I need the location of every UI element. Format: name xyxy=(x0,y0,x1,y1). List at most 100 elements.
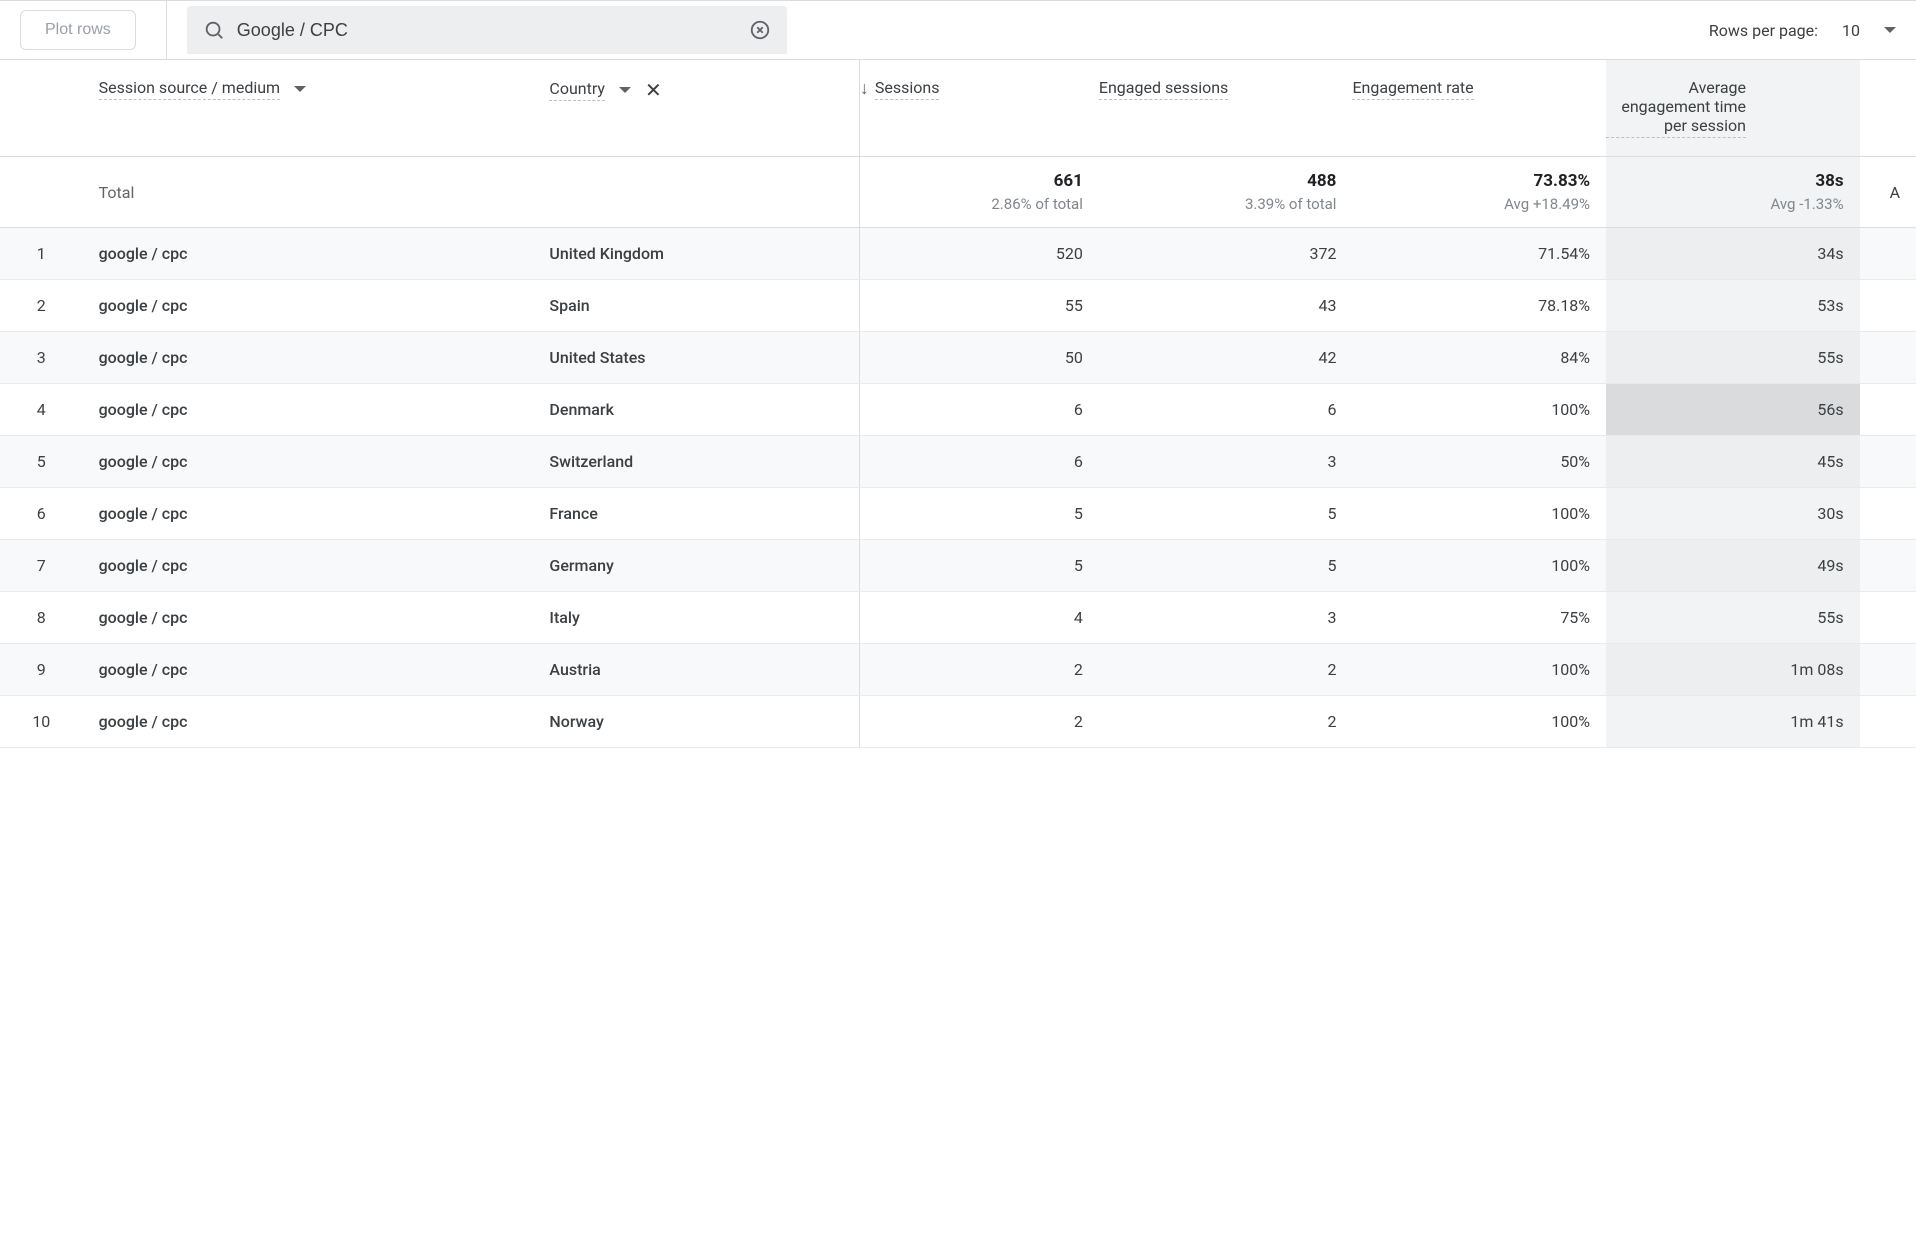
totals-label: Total xyxy=(99,157,860,228)
row-index: 9 xyxy=(0,644,99,696)
cell-country[interactable]: United States xyxy=(549,332,859,384)
cell-engaged-sessions: 5 xyxy=(1099,540,1353,592)
metric-header-avg-engagement-time[interactable]: Average engagement time per session xyxy=(1606,60,1860,157)
cell-source-medium[interactable]: google / cpc xyxy=(99,280,550,332)
rows-per-page-select[interactable]: 10 xyxy=(1842,21,1896,40)
cell-source-medium[interactable]: google / cpc xyxy=(99,384,550,436)
cell-source-medium[interactable]: google / cpc xyxy=(99,696,550,748)
table-row[interactable]: 4google / cpcDenmark66100%56s xyxy=(0,384,1916,436)
table-row[interactable]: 2google / cpcSpain554378.18%53s xyxy=(0,280,1916,332)
search-field[interactable] xyxy=(187,6,787,54)
cell-engagement-rate: 50% xyxy=(1352,436,1606,488)
table-toolbar: Plot rows Rows per page: 10 xyxy=(0,0,1916,60)
row-index: 10 xyxy=(0,696,99,748)
cell-avg-engagement-time: 34s xyxy=(1606,228,1860,280)
cell-engaged-sessions: 3 xyxy=(1099,592,1353,644)
metric-header-engaged-sessions[interactable]: Engaged sessions xyxy=(1099,60,1353,157)
cell-country[interactable]: Italy xyxy=(549,592,859,644)
cell-engagement-rate: 100% xyxy=(1352,488,1606,540)
table-row[interactable]: 8google / cpcItaly4375%55s xyxy=(0,592,1916,644)
cell-engagement-rate: 71.54% xyxy=(1352,228,1606,280)
rows-per-page: Rows per page: 10 xyxy=(1709,21,1896,40)
clear-search-icon[interactable] xyxy=(749,19,771,41)
search-icon xyxy=(203,19,225,41)
cell-sessions: 6 xyxy=(859,436,1099,488)
cell-avg-engagement-time: 30s xyxy=(1606,488,1860,540)
cell-avg-engagement-time: 55s xyxy=(1606,592,1860,644)
total-engaged-sessions: 488 3.39% of total xyxy=(1099,157,1353,228)
cell-avg-engagement-time: 56s xyxy=(1606,384,1860,436)
table-row[interactable]: 7google / cpcGermany55100%49s xyxy=(0,540,1916,592)
row-index: 3 xyxy=(0,332,99,384)
row-index: 1 xyxy=(0,228,99,280)
cell-avg-engagement-time: 1m 41s xyxy=(1606,696,1860,748)
total-engagement-rate: 73.83% Avg +18.49% xyxy=(1352,157,1606,228)
cell-source-medium[interactable]: google / cpc xyxy=(99,228,550,280)
cell-engaged-sessions: 6 xyxy=(1099,384,1353,436)
cell-avg-engagement-time: 53s xyxy=(1606,280,1860,332)
cell-engaged-sessions: 2 xyxy=(1099,696,1353,748)
cell-country[interactable]: Norway xyxy=(549,696,859,748)
total-sessions: 661 2.86% of total xyxy=(859,157,1099,228)
cell-engaged-sessions: 3 xyxy=(1099,436,1353,488)
metric-header-sessions[interactable]: ↓ Sessions xyxy=(859,60,1099,157)
cell-source-medium[interactable]: google / cpc xyxy=(99,332,550,384)
cell-source-medium[interactable]: google / cpc xyxy=(99,540,550,592)
cell-engagement-rate: 84% xyxy=(1352,332,1606,384)
cell-sessions: 50 xyxy=(859,332,1099,384)
cell-engaged-sessions: 42 xyxy=(1099,332,1353,384)
sort-desc-icon: ↓ xyxy=(860,78,869,98)
cell-country[interactable]: Austria xyxy=(549,644,859,696)
caret-down-icon xyxy=(619,87,631,93)
cell-source-medium[interactable]: google / cpc xyxy=(99,592,550,644)
cell-engaged-sessions: 5 xyxy=(1099,488,1353,540)
row-index: 6 xyxy=(0,488,99,540)
trailing-column-fragment: A xyxy=(1860,157,1916,228)
primary-dimension-header[interactable]: Session source / medium xyxy=(99,60,550,157)
cell-engagement-rate: 100% xyxy=(1352,644,1606,696)
data-table: Session source / medium Country ✕ ↓ Sess… xyxy=(0,60,1916,748)
caret-down-icon xyxy=(1884,27,1896,33)
cell-country[interactable]: Germany xyxy=(549,540,859,592)
search-input[interactable] xyxy=(237,20,737,41)
cell-country[interactable]: Switzerland xyxy=(549,436,859,488)
cell-sessions: 5 xyxy=(859,488,1099,540)
table-row[interactable]: 3google / cpcUnited States504284%55s xyxy=(0,332,1916,384)
cell-country[interactable]: Denmark xyxy=(549,384,859,436)
toolbar-divider xyxy=(166,0,167,60)
table-row[interactable]: 1google / cpcUnited Kingdom52037271.54%3… xyxy=(0,228,1916,280)
rows-per-page-label: Rows per page: xyxy=(1709,21,1818,40)
table-row[interactable]: 6google / cpcFrance55100%30s xyxy=(0,488,1916,540)
cell-engagement-rate: 100% xyxy=(1352,384,1606,436)
cell-sessions: 2 xyxy=(859,696,1099,748)
cell-engagement-rate: 100% xyxy=(1352,696,1606,748)
row-index: 4 xyxy=(0,384,99,436)
cell-country[interactable]: United Kingdom xyxy=(549,228,859,280)
metric-header-engagement-rate[interactable]: Engagement rate xyxy=(1352,60,1606,157)
cell-engaged-sessions: 43 xyxy=(1099,280,1353,332)
table-row[interactable]: 9google / cpcAustria22100%1m 08s xyxy=(0,644,1916,696)
cell-avg-engagement-time: 55s xyxy=(1606,332,1860,384)
row-index: 5 xyxy=(0,436,99,488)
cell-sessions: 6 xyxy=(859,384,1099,436)
plot-rows-button[interactable]: Plot rows xyxy=(20,10,136,50)
secondary-dimension-header[interactable]: Country ✕ xyxy=(549,60,859,157)
caret-down-icon xyxy=(294,86,306,92)
remove-dimension-icon[interactable]: ✕ xyxy=(645,78,662,102)
cell-country[interactable]: Spain xyxy=(549,280,859,332)
cell-sessions: 520 xyxy=(859,228,1099,280)
cell-engaged-sessions: 372 xyxy=(1099,228,1353,280)
cell-engagement-rate: 78.18% xyxy=(1352,280,1606,332)
cell-sessions: 5 xyxy=(859,540,1099,592)
cell-engaged-sessions: 2 xyxy=(1099,644,1353,696)
total-avg-engagement-time: 38s Avg -1.33% xyxy=(1606,157,1860,228)
cell-avg-engagement-time: 45s xyxy=(1606,436,1860,488)
cell-source-medium[interactable]: google / cpc xyxy=(99,436,550,488)
table-row[interactable]: 5google / cpcSwitzerland6350%45s xyxy=(0,436,1916,488)
cell-source-medium[interactable]: google / cpc xyxy=(99,644,550,696)
cell-country[interactable]: France xyxy=(549,488,859,540)
cell-source-medium[interactable]: google / cpc xyxy=(99,488,550,540)
cell-engagement-rate: 75% xyxy=(1352,592,1606,644)
table-row[interactable]: 10google / cpcNorway22100%1m 41s xyxy=(0,696,1916,748)
rows-per-page-value: 10 xyxy=(1842,21,1860,40)
